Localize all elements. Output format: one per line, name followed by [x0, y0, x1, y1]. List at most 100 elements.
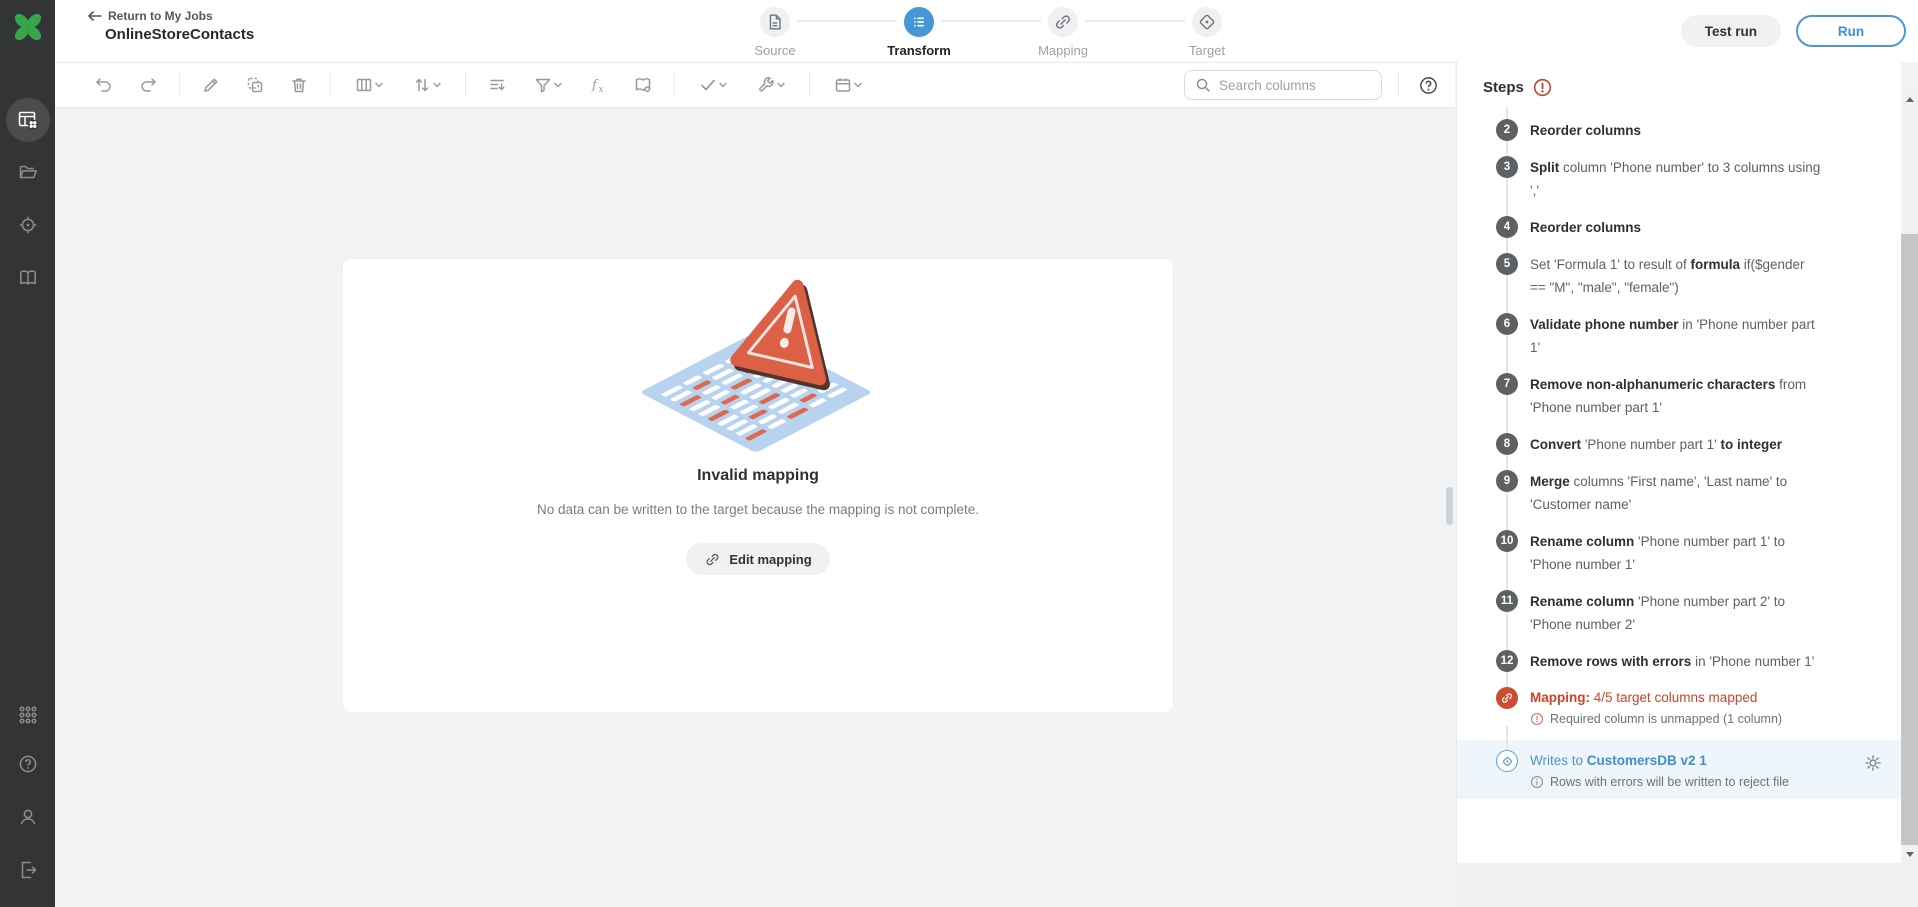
- stepper-step-transform[interactable]: Transform: [847, 4, 991, 58]
- canvas-scrollbar-thumb[interactable]: [1446, 487, 1453, 525]
- steps-scrollbar[interactable]: [1901, 90, 1918, 863]
- step-item[interactable]: 6 Validate phone number in 'Phone number…: [1496, 313, 1901, 359]
- lookup-button[interactable]: [630, 72, 656, 98]
- validate-button[interactable]: [693, 72, 733, 98]
- target-icon: [1501, 755, 1514, 768]
- run-button[interactable]: Run: [1796, 15, 1906, 47]
- step-item[interactable]: 3 Split column 'Phone number' to 3 colum…: [1496, 156, 1901, 202]
- step-description: Rename column 'Phone number part 1' to '…: [1530, 530, 1822, 576]
- writes-note: Rows with errors will be written to reje…: [1530, 775, 1789, 789]
- panel-bottom-strip: [1456, 863, 1918, 907]
- step-number-badge: 8: [1496, 433, 1518, 455]
- wrench-icon: [756, 75, 776, 95]
- search-columns-input[interactable]: [1219, 78, 1359, 93]
- step-item[interactable]: 5 Set 'Formula 1' to result of formula i…: [1496, 253, 1901, 299]
- warning-circle-icon: [1530, 712, 1544, 726]
- left-sidebar: [0, 0, 55, 907]
- filter-button[interactable]: [528, 72, 568, 98]
- stepper-step-source[interactable]: Source: [703, 4, 847, 58]
- chevron-down-icon: [776, 80, 786, 90]
- test-run-button[interactable]: Test run: [1681, 15, 1781, 47]
- step-item[interactable]: 8 Convert 'Phone number part 1' to integ…: [1496, 433, 1901, 456]
- step-item[interactable]: 10 Rename column 'Phone number part 1' t…: [1496, 530, 1901, 576]
- chevron-down-icon: [853, 80, 863, 90]
- tools-button[interactable]: [751, 72, 791, 98]
- alert-circle-icon: [1533, 78, 1552, 97]
- toolbar-divider: [674, 73, 675, 97]
- delete-button[interactable]: [286, 72, 312, 98]
- target-step-circle: [1192, 7, 1222, 37]
- step-description: Split column 'Phone number' to 3 columns…: [1530, 156, 1822, 202]
- invalid-mapping-card: Invalid mapping No data can be written t…: [342, 258, 1174, 713]
- stepper-step-mapping[interactable]: Mapping: [991, 4, 1135, 58]
- scrollbar-up-arrow[interactable]: [1901, 92, 1918, 106]
- sidebar-item-user[interactable]: [6, 795, 50, 839]
- undo-button[interactable]: [91, 72, 117, 98]
- step-description: Set 'Formula 1' to result of formula if(…: [1530, 253, 1822, 299]
- sidebar-item-logout[interactable]: [6, 848, 50, 892]
- return-to-jobs-link[interactable]: Return to My Jobs: [88, 9, 213, 23]
- svg-text:x: x: [599, 85, 604, 95]
- sidebar-item-book[interactable]: [6, 256, 50, 300]
- target-settings-button[interactable]: [1863, 752, 1885, 774]
- target-icon: [1197, 12, 1217, 32]
- scrollbar-thumb[interactable]: [1901, 234, 1918, 845]
- return-to-jobs-label: Return to My Jobs: [108, 9, 213, 23]
- redo-button[interactable]: [135, 72, 161, 98]
- sidebar-item-help[interactable]: [6, 742, 50, 786]
- stepper-label-source: Source: [754, 43, 795, 58]
- apps-grid-icon: [17, 704, 39, 726]
- step-number-badge: 9: [1496, 470, 1518, 492]
- step-description: Validate phone number in 'Phone number p…: [1530, 313, 1822, 359]
- step-item[interactable]: 11 Rename column 'Phone number part 2' t…: [1496, 590, 1901, 636]
- writes-target-item[interactable]: Writes to CustomersDB v2 1 Rows with err…: [1457, 740, 1901, 799]
- copy-button[interactable]: [242, 72, 268, 98]
- columns-button[interactable]: [349, 72, 389, 98]
- step-number-badge: 11: [1496, 590, 1518, 612]
- book-icon: [17, 267, 39, 289]
- step-item[interactable]: 4 Reorder columns: [1496, 216, 1901, 239]
- stepper-label-transform: Transform: [887, 43, 951, 58]
- undo-icon: [94, 75, 114, 95]
- sidebar-item-transform-jobs[interactable]: [6, 98, 50, 142]
- edit-mapping-label: Edit mapping: [729, 552, 811, 567]
- sidebar-item-target[interactable]: [6, 203, 50, 247]
- chevron-down-icon: [432, 80, 442, 90]
- formula-button[interactable]: f x: [586, 72, 612, 98]
- sidebar-item-apps-grid[interactable]: [6, 693, 50, 737]
- mapping-status-item[interactable]: Mapping: 4/5 target columns mapped Requi…: [1496, 687, 1901, 726]
- date-button[interactable]: [828, 72, 868, 98]
- step-description: Remove non-alphanumeric characters from …: [1530, 373, 1822, 419]
- help-button[interactable]: [1415, 72, 1441, 98]
- copy-icon: [245, 75, 265, 95]
- columns-icon: [354, 75, 374, 95]
- step-description: Merge columns 'First name', 'Last name' …: [1530, 470, 1822, 516]
- step-item[interactable]: 12 Remove rows with errors in 'Phone num…: [1496, 650, 1901, 673]
- info-circle-icon: [1530, 775, 1544, 789]
- sidebar-item-folder[interactable]: [6, 150, 50, 194]
- document-icon: [765, 12, 785, 32]
- scrollbar-down-arrow[interactable]: [1901, 847, 1918, 861]
- stepper-step-target[interactable]: Target: [1135, 4, 1279, 58]
- trash-icon: [289, 75, 309, 95]
- edit-button[interactable]: [198, 72, 224, 98]
- step-number-badge: 3: [1496, 156, 1518, 178]
- error-illustration: [640, 259, 876, 459]
- chevron-down-icon: [374, 80, 384, 90]
- clover-logo[interactable]: [6, 5, 50, 49]
- clover-logo-icon: [8, 7, 48, 47]
- stepper-label-mapping: Mapping: [1038, 43, 1088, 58]
- chevron-down-icon: [553, 80, 563, 90]
- toolbar-divider: [330, 73, 331, 97]
- fill-down-button[interactable]: [484, 72, 510, 98]
- step-description: Convert 'Phone number part 1' to integer: [1530, 433, 1822, 456]
- transform-step-circle: [904, 7, 934, 37]
- back-arrow-icon: [88, 10, 102, 22]
- edit-mapping-button[interactable]: Edit mapping: [686, 543, 829, 575]
- step-item[interactable]: 9 Merge columns 'First name', 'Last name…: [1496, 470, 1901, 516]
- toolbar-divider: [1398, 73, 1399, 97]
- step-item[interactable]: 2 Reorder columns: [1496, 119, 1901, 142]
- sort-button[interactable]: [407, 72, 447, 98]
- step-item[interactable]: 7 Remove non-alphanumeric characters fro…: [1496, 373, 1901, 419]
- toolbar-divider: [465, 73, 466, 97]
